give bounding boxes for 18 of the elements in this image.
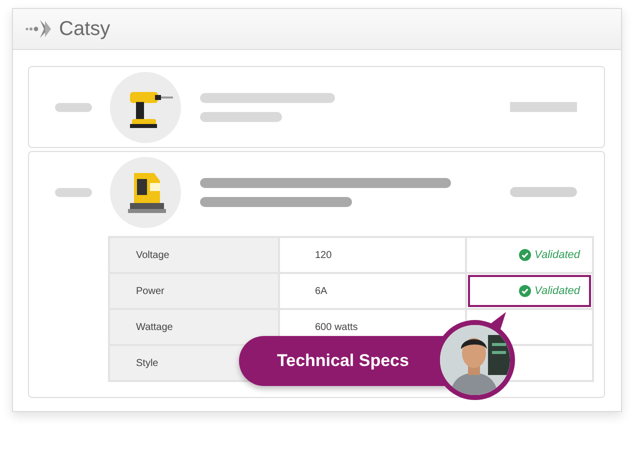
status-text: Validated	[534, 285, 580, 297]
spec-label: Power	[109, 273, 279, 309]
spec-label: Voltage	[109, 237, 279, 273]
status-text: Validated	[534, 249, 580, 261]
logo-icon	[25, 18, 53, 40]
spec-value: 600 watts	[315, 322, 358, 332]
placeholder-bar	[55, 102, 92, 112]
spec-label: Wattage	[109, 309, 279, 345]
placeholder-bar	[55, 188, 92, 196]
placeholder-bar	[510, 102, 577, 112]
spec-value: 6A	[315, 286, 328, 296]
check-icon	[518, 249, 531, 261]
spec-value: 120	[315, 250, 332, 260]
product-card[interactable]	[28, 66, 605, 148]
check-icon	[518, 285, 531, 297]
placeholder-bar	[510, 187, 577, 197]
window-title: Catsy	[59, 18, 110, 40]
product-card[interactable]: Voltage 120 Validated Power 6A Validated Wattage 600 watts Style Technical Specs	[28, 151, 605, 398]
